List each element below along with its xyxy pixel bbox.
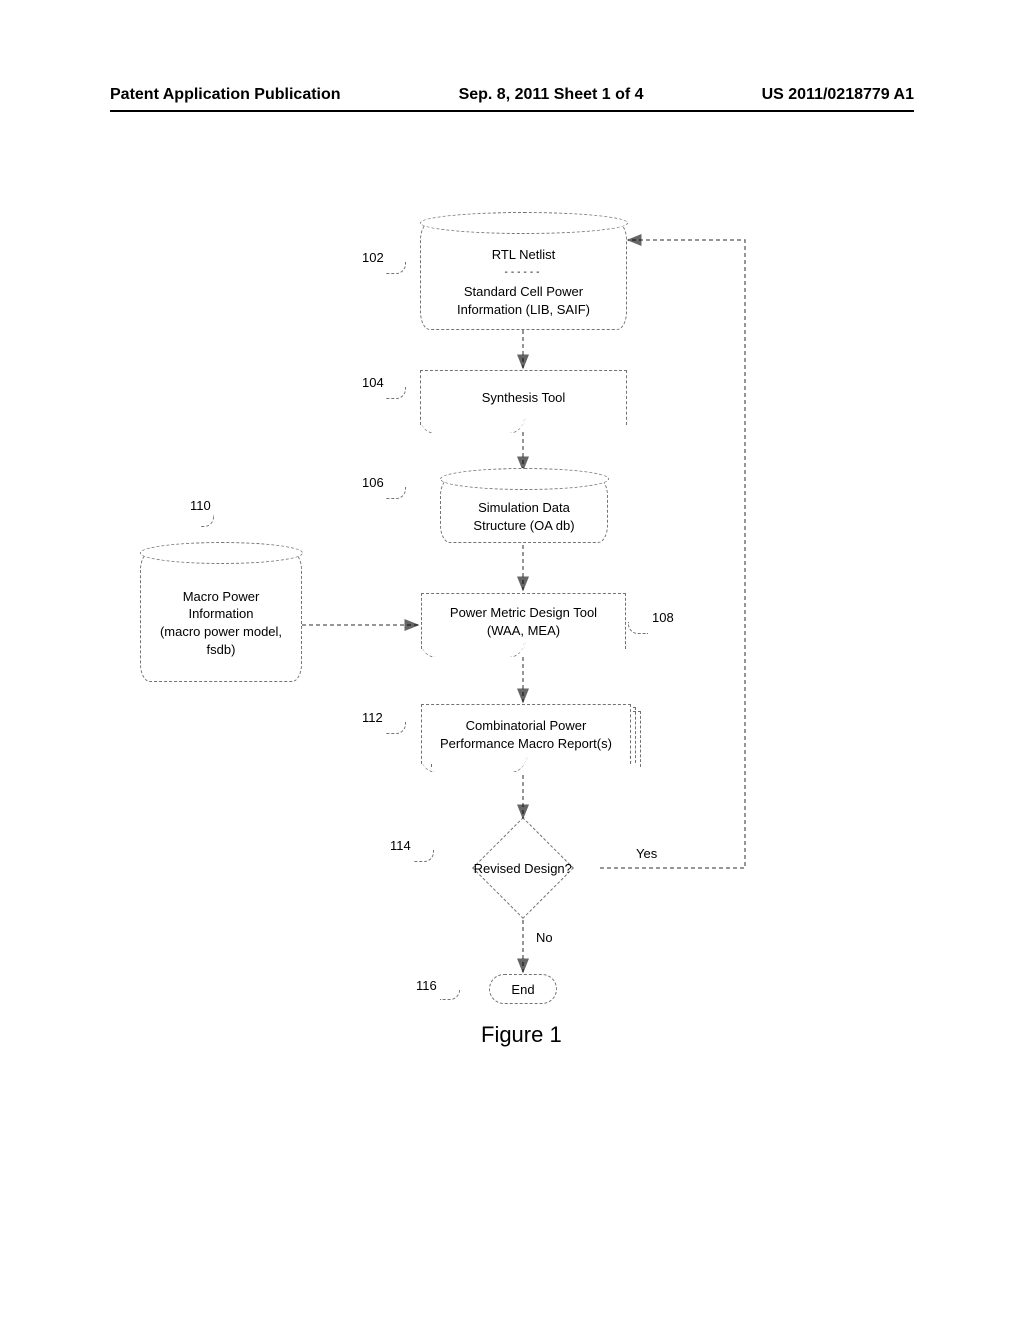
header-divider — [110, 110, 914, 112]
macro-line2: Information — [188, 605, 253, 623]
divider: ------ — [505, 266, 543, 280]
rep-line1: Combinatorial Power — [466, 717, 587, 735]
callout-106 — [386, 487, 406, 499]
rtl-line2: Standard Cell Power — [464, 283, 583, 301]
node-simulation-data: Simulation Data Structure (OA db) — [440, 478, 608, 543]
db-ellipse-top — [140, 542, 303, 564]
callout-114 — [414, 850, 434, 862]
ref-102: 102 — [362, 250, 384, 265]
callout-116 — [440, 990, 460, 1000]
node-power-metric-tool: Power Metric Design Tool (WAA, MEA) — [421, 593, 626, 649]
sim-line1: Simulation Data — [478, 499, 570, 517]
callout-112 — [386, 722, 406, 734]
label-yes: Yes — [636, 846, 657, 861]
doc-curve — [420, 417, 628, 433]
pm-line2: (WAA, MEA) — [487, 622, 560, 640]
rtl-line3: Information (LIB, SAIF) — [457, 301, 590, 319]
macro-line1: Macro Power — [183, 588, 260, 606]
rtl-title: RTL Netlist — [492, 246, 556, 264]
node-synthesis-tool: Synthesis Tool — [420, 370, 627, 425]
pm-line1: Power Metric Design Tool — [450, 604, 597, 622]
end-text: End — [511, 982, 534, 997]
callout-110 — [200, 515, 214, 527]
decision-text: Revised Design? — [474, 861, 572, 876]
ref-106: 106 — [362, 475, 384, 490]
ref-114: 114 — [390, 838, 411, 853]
node-macro-power: Macro Power Information (macro power mod… — [140, 552, 302, 682]
ref-112: 112 — [362, 710, 383, 725]
figure-label: Figure 1 — [481, 1022, 562, 1048]
rep-line2: Performance Macro Report(s) — [440, 735, 612, 753]
header-left: Patent Application Publication — [110, 86, 341, 104]
doc-curve — [421, 641, 627, 657]
header-right: US 2011/0218779 A1 — [762, 86, 914, 104]
node-reports: Combinatorial Power Performance Macro Re… — [421, 704, 631, 764]
flowchart-diagram: RTL Netlist ------ Standard Cell Power I… — [0, 210, 1024, 1210]
callout-108 — [628, 622, 648, 634]
node-decision: Revised Design? — [472, 817, 574, 919]
node-end: End — [489, 974, 557, 1004]
db-ellipse-top — [440, 468, 609, 490]
macro-line4: fsdb) — [207, 641, 236, 659]
label-no: No — [536, 930, 553, 945]
synthesis-text: Synthesis Tool — [482, 389, 566, 407]
header-center: Sep. 8, 2011 Sheet 1 of 4 — [459, 86, 644, 104]
callout-104 — [386, 387, 406, 399]
macro-line3: (macro power model, — [160, 623, 282, 641]
db-ellipse-top — [420, 212, 628, 234]
ref-104: 104 — [362, 375, 384, 390]
node-rtl-netlist: RTL Netlist ------ Standard Cell Power I… — [420, 222, 627, 330]
ref-116: 116 — [416, 978, 437, 993]
ref-110: 110 — [190, 498, 211, 513]
ref-108: 108 — [652, 610, 674, 625]
sim-line2: Structure (OA db) — [473, 517, 574, 535]
doc-curve — [421, 756, 632, 772]
callout-102 — [386, 262, 406, 274]
